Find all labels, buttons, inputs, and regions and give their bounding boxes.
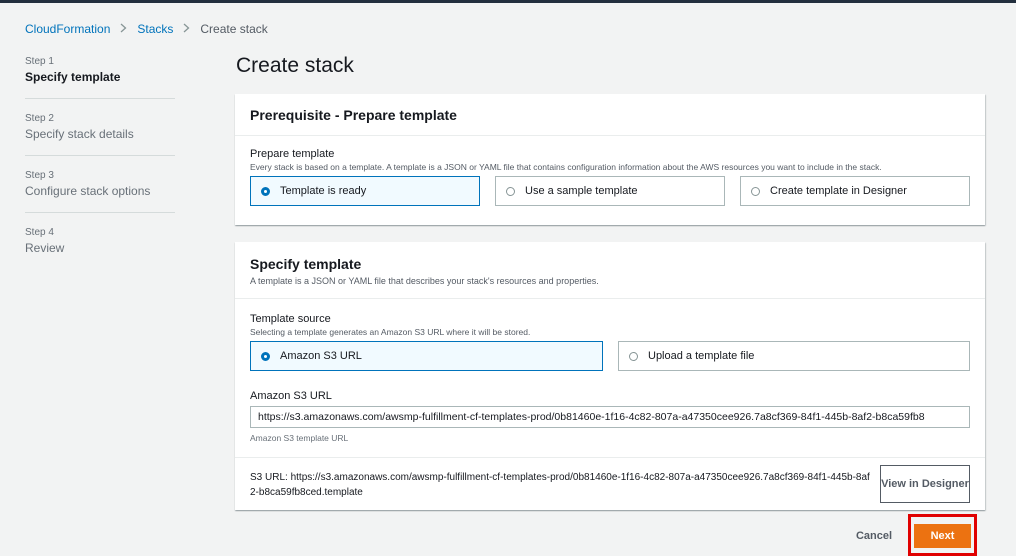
amazon-s3-url-input[interactable]: https://s3.amazonaws.com/awsmp-fulfillme… (250, 406, 970, 428)
input-value: https://s3.amazonaws.com/awsmp-fulfillme… (258, 411, 925, 423)
breadcrumb: CloudFormation Stacks Create stack (25, 22, 268, 36)
panel-description: A template is a JSON or YAML file that d… (250, 276, 599, 286)
option-label: Create template in Designer (770, 185, 907, 197)
step-number: Step 2 (25, 113, 54, 124)
step-number: Step 4 (25, 227, 54, 238)
radio-selected-icon[interactable] (261, 186, 270, 196)
radio-icon[interactable] (751, 186, 760, 196)
option-upload-template-file[interactable]: Upload a template file (618, 341, 970, 371)
step-title: Specify stack details (25, 127, 134, 141)
field-description: Every stack is based on a template. A te… (250, 162, 882, 172)
radio-icon[interactable] (506, 186, 515, 196)
panel-header: Specify template A template is a JSON or… (235, 242, 985, 299)
field-label: Template source (250, 313, 331, 325)
s3-url-text: S3 URL: https://s3.amazonaws.com/awsmp-f… (250, 472, 870, 498)
panel-title: Prerequisite - Prepare template (250, 107, 457, 123)
option-create-in-designer[interactable]: Create template in Designer (740, 176, 970, 206)
next-button[interactable]: Next (914, 524, 971, 548)
field-description: Selecting a template generates an Amazon… (250, 327, 531, 337)
step-title: Specify template (25, 70, 121, 84)
radio-selected-icon[interactable] (261, 351, 270, 361)
page-title: Create stack (236, 54, 354, 77)
field-constraint: Amazon S3 template URL (250, 433, 349, 443)
option-label: Amazon S3 URL (280, 350, 362, 362)
option-label: Upload a template file (648, 350, 755, 362)
step-4[interactable]: Step 4 Review (25, 227, 175, 269)
breadcrumb-cloudformation-link[interactable]: CloudFormation (25, 22, 110, 36)
top-bar (0, 0, 1016, 3)
template-source-options: Amazon S3 URL Upload a template file (250, 341, 970, 371)
breadcrumb-current: Create stack (200, 22, 268, 36)
panel-title: Specify template (250, 256, 362, 272)
radio-icon[interactable] (629, 351, 638, 361)
s3-url-row: S3 URL: https://s3.amazonaws.com/awsmp-f… (235, 457, 985, 511)
cancel-button[interactable]: Cancel (848, 526, 900, 546)
option-use-sample-template[interactable]: Use a sample template (495, 176, 725, 206)
step-1[interactable]: Step 1 Specify template (25, 56, 175, 99)
panel-header: Prerequisite - Prepare template (235, 94, 985, 136)
step-title: Configure stack options (25, 184, 151, 198)
specify-template-panel: Specify template A template is a JSON or… (235, 242, 985, 510)
option-amazon-s3-url[interactable]: Amazon S3 URL (250, 341, 603, 371)
step-number: Step 3 (25, 170, 54, 181)
chevron-right-icon (120, 22, 127, 36)
step-3[interactable]: Step 3 Configure stack options (25, 170, 175, 213)
prepare-template-options: Template is ready Use a sample template … (250, 176, 970, 206)
step-2[interactable]: Step 2 Specify stack details (25, 113, 175, 156)
field-label: Prepare template (250, 148, 335, 160)
chevron-right-icon (183, 22, 190, 36)
step-number: Step 1 (25, 56, 54, 67)
step-title: Review (25, 241, 65, 255)
view-in-designer-button[interactable]: View in Designer (880, 465, 970, 503)
prerequisite-panel: Prerequisite - Prepare template Prepare … (235, 94, 985, 225)
option-template-is-ready[interactable]: Template is ready (250, 176, 480, 206)
breadcrumb-stacks-link[interactable]: Stacks (137, 22, 173, 36)
wizard-steps: Step 1 Specify template Step 2 Specify s… (25, 56, 175, 283)
option-label: Use a sample template (525, 185, 638, 197)
field-label: Amazon S3 URL (250, 390, 332, 402)
option-label: Template is ready (280, 185, 367, 197)
